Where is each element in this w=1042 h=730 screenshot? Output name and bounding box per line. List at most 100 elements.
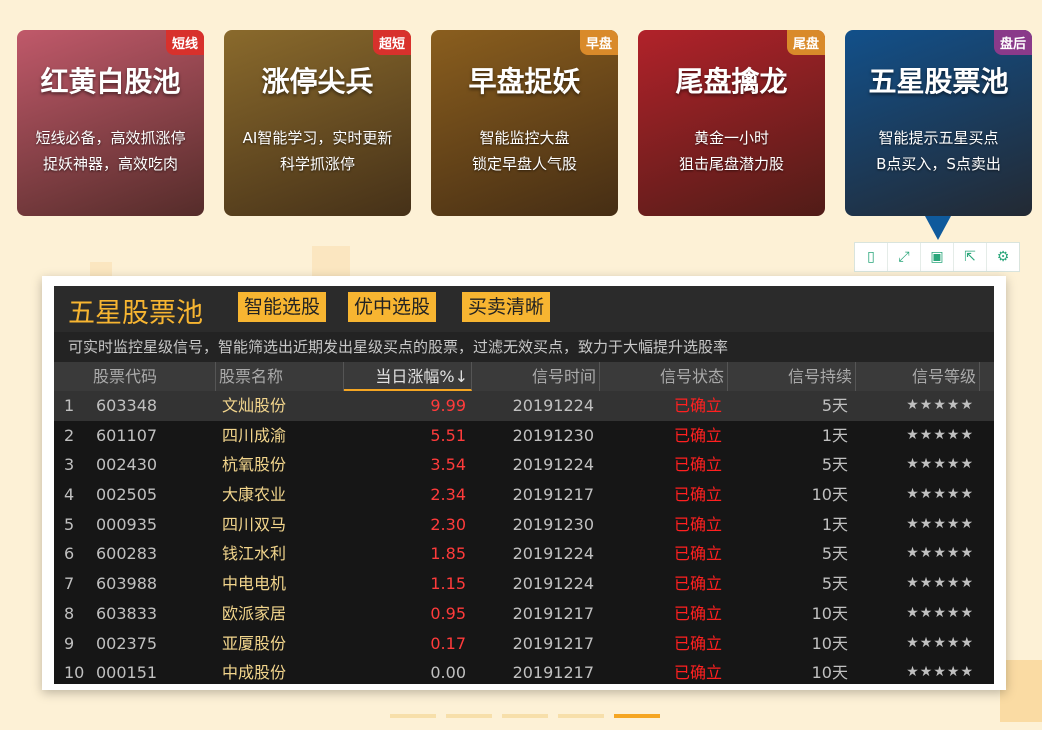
stock-code: 000151 [96, 663, 158, 683]
card-desc-line: 科学抓涨停 [279, 155, 355, 173]
table-row[interactable]: 5 000935 四川双马 2.30 20191230 已确立 1天 ★★★★★ [54, 510, 994, 540]
header-change-sorted[interactable]: 当日涨幅%↓ [344, 362, 472, 391]
header-code[interactable]: 股票代码 [90, 362, 216, 391]
stock-name: 亚厦股份 [222, 633, 287, 653]
table-row[interactable]: 2 601107 四川成渝 5.51 20191230 已确立 1天 ★★★★★ [54, 421, 994, 451]
signal-duration: 10天 [811, 633, 848, 653]
change-percent: 2.30 [430, 514, 466, 534]
stock-name: 杭氧股份 [222, 455, 287, 475]
feature-card[interactable]: 超短 涨停尖兵 AI智能学习，实时更新 科学抓涨停 [224, 30, 411, 216]
carousel-dot[interactable] [614, 714, 660, 718]
stock-code: 603988 [96, 574, 158, 594]
signal-time: 20191217 [512, 663, 594, 683]
change-percent: 9.99 [430, 396, 466, 415]
panel-description: 可实时监控星级信号，智能筛选出近期发出星级买点的股票，过滤无效买点，致力于大幅提… [54, 332, 994, 362]
active-card-pointer [925, 216, 951, 240]
stock-name: 中电电机 [222, 574, 287, 594]
change-percent: 3.54 [430, 455, 466, 475]
share-icon[interactable]: ⇱ [954, 243, 987, 271]
card-description: 黄金一小时 狙击尾盘潜力股 [638, 125, 825, 177]
stock-name: 中成股份 [222, 663, 287, 683]
stock-code: 002375 [96, 633, 158, 653]
row-index: 1 [64, 396, 75, 415]
table-row[interactable]: 4 002505 大康农业 2.34 20191217 已确立 10天 ★★★★★ [54, 480, 994, 510]
row-index: 9 [64, 633, 75, 653]
header-signal-duration[interactable]: 信号持续 [728, 362, 856, 391]
settings-icon[interactable]: ⚙ [987, 243, 1019, 271]
card-title: 早盘捉妖 [468, 65, 581, 98]
table-row[interactable]: 9 002375 亚厦股份 0.17 20191217 已确立 10天 ★★★★★ [54, 629, 994, 659]
stock-code: 002505 [96, 485, 158, 505]
row-index: 10 [64, 663, 85, 683]
feature-card[interactable]: 短线 红黄白股池 短线必备，高效抓涨停 捉妖神器，高效吃肉 [17, 30, 204, 216]
stock-code: 600283 [96, 544, 158, 564]
stock-code: 603833 [96, 603, 158, 623]
stock-name: 四川成渝 [222, 425, 287, 445]
stock-code: 601107 [96, 425, 158, 445]
signal-duration: 5天 [821, 544, 848, 564]
feature-card[interactable]: 盘后 五星股票池 智能提示五星买点 B点买入，S点卖出 [845, 30, 1032, 216]
change-percent: 1.85 [430, 544, 466, 564]
signal-duration: 5天 [821, 455, 848, 475]
carousel-dot[interactable] [446, 714, 492, 718]
signal-level-stars: ★★★★★ [906, 634, 974, 651]
fullscreen-icon[interactable]: ⤢ [888, 243, 921, 271]
header-signal-status[interactable]: 信号状态 [600, 362, 728, 391]
row-index: 7 [64, 574, 75, 594]
signal-level-stars: ★★★★★ [906, 575, 974, 592]
stock-name: 欧派家居 [222, 603, 287, 623]
header-signal-level[interactable]: 信号等级 [856, 362, 980, 391]
signal-time: 20191217 [512, 633, 594, 653]
table-row[interactable]: 6 600283 钱江水利 1.85 20191224 已确立 5天 ★★★★★ [54, 539, 994, 569]
signal-duration: 5天 [821, 396, 848, 415]
stock-name: 钱江水利 [222, 544, 287, 564]
change-percent: 1.15 [430, 574, 466, 594]
header-name[interactable]: 股票名称 [216, 362, 344, 391]
signal-status: 已确立 [673, 485, 722, 505]
row-index: 4 [64, 485, 75, 505]
signal-duration: 10天 [811, 485, 848, 505]
signal-time: 20191217 [512, 603, 594, 623]
carousel-dot[interactable] [390, 714, 436, 718]
carousel-dot[interactable] [502, 714, 548, 718]
panel-title: 五星股票池 [68, 298, 203, 329]
table-row[interactable]: 1 603348 文灿股份 9.99 20191224 已确立 5天 ★★★★★ [54, 391, 994, 421]
background-decoration [312, 246, 350, 280]
stock-table-body: 1 603348 文灿股份 9.99 20191224 已确立 5天 ★★★★★ 2 601107… [54, 391, 994, 688]
header-signal-time[interactable]: 信号时间 [472, 362, 600, 391]
signal-status: 已确立 [673, 514, 722, 534]
table-row[interactable]: 7 603988 中电电机 1.15 20191224 已确立 5天 ★★★★★ [54, 569, 994, 599]
stock-name: 大康农业 [222, 485, 287, 505]
card-description: 智能监控大盘 锁定早盘人气股 [431, 125, 618, 177]
background-decoration [1000, 660, 1042, 722]
signal-level-stars: ★★★★★ [906, 456, 974, 473]
table-row[interactable]: 3 002430 杭氧股份 3.54 20191224 已确立 5天 ★★★★★ [54, 450, 994, 480]
feature-cards: 短线 红黄白股池 短线必备，高效抓涨停 捉妖神器，高效吃肉 超短 涨停尖兵 AI智能学习，实… [17, 30, 1037, 216]
trade-clear-button[interactable]: 买卖清晰 [462, 292, 551, 322]
save-icon[interactable]: ▣ [921, 243, 954, 271]
card-title: 红黄白股池 [40, 65, 181, 98]
row-index: 3 [64, 455, 75, 475]
signal-level-stars: ★★★★★ [906, 545, 974, 562]
feature-card[interactable]: 尾盘 尾盘擒龙 黄金一小时 狙击尾盘潜力股 [638, 30, 825, 216]
best-select-button[interactable]: 优中选股 [348, 292, 437, 322]
table-row[interactable]: 10 000151 中成股份 0.00 20191217 已确立 10天 ★★★★★ [54, 658, 994, 688]
card-title: 五星股票池 [868, 65, 1009, 98]
signal-time: 20191217 [512, 485, 594, 505]
card-desc-line: 黄金一小时 [693, 129, 769, 147]
phone-icon[interactable]: ▯ [855, 243, 888, 271]
change-percent: 2.34 [430, 485, 466, 505]
signal-status: 已确立 [673, 574, 722, 594]
row-index: 2 [64, 425, 75, 445]
carousel-dot[interactable] [558, 714, 604, 718]
table-row[interactable]: 8 603833 欧派家居 0.95 20191217 已确立 10天 ★★★★★ [54, 599, 994, 629]
feature-card[interactable]: 早盘 早盘捉妖 智能监控大盘 锁定早盘人气股 [431, 30, 618, 216]
stock-code: 000935 [96, 514, 158, 534]
smart-select-button[interactable]: 智能选股 [238, 292, 327, 322]
card-desc-line: 智能监控大盘 [479, 129, 570, 147]
signal-duration: 10天 [811, 603, 848, 623]
card-title: 尾盘擒龙 [675, 65, 788, 98]
carousel-indicators [390, 714, 670, 718]
signal-status: 已确立 [673, 603, 722, 623]
signal-time: 20191224 [512, 574, 594, 594]
